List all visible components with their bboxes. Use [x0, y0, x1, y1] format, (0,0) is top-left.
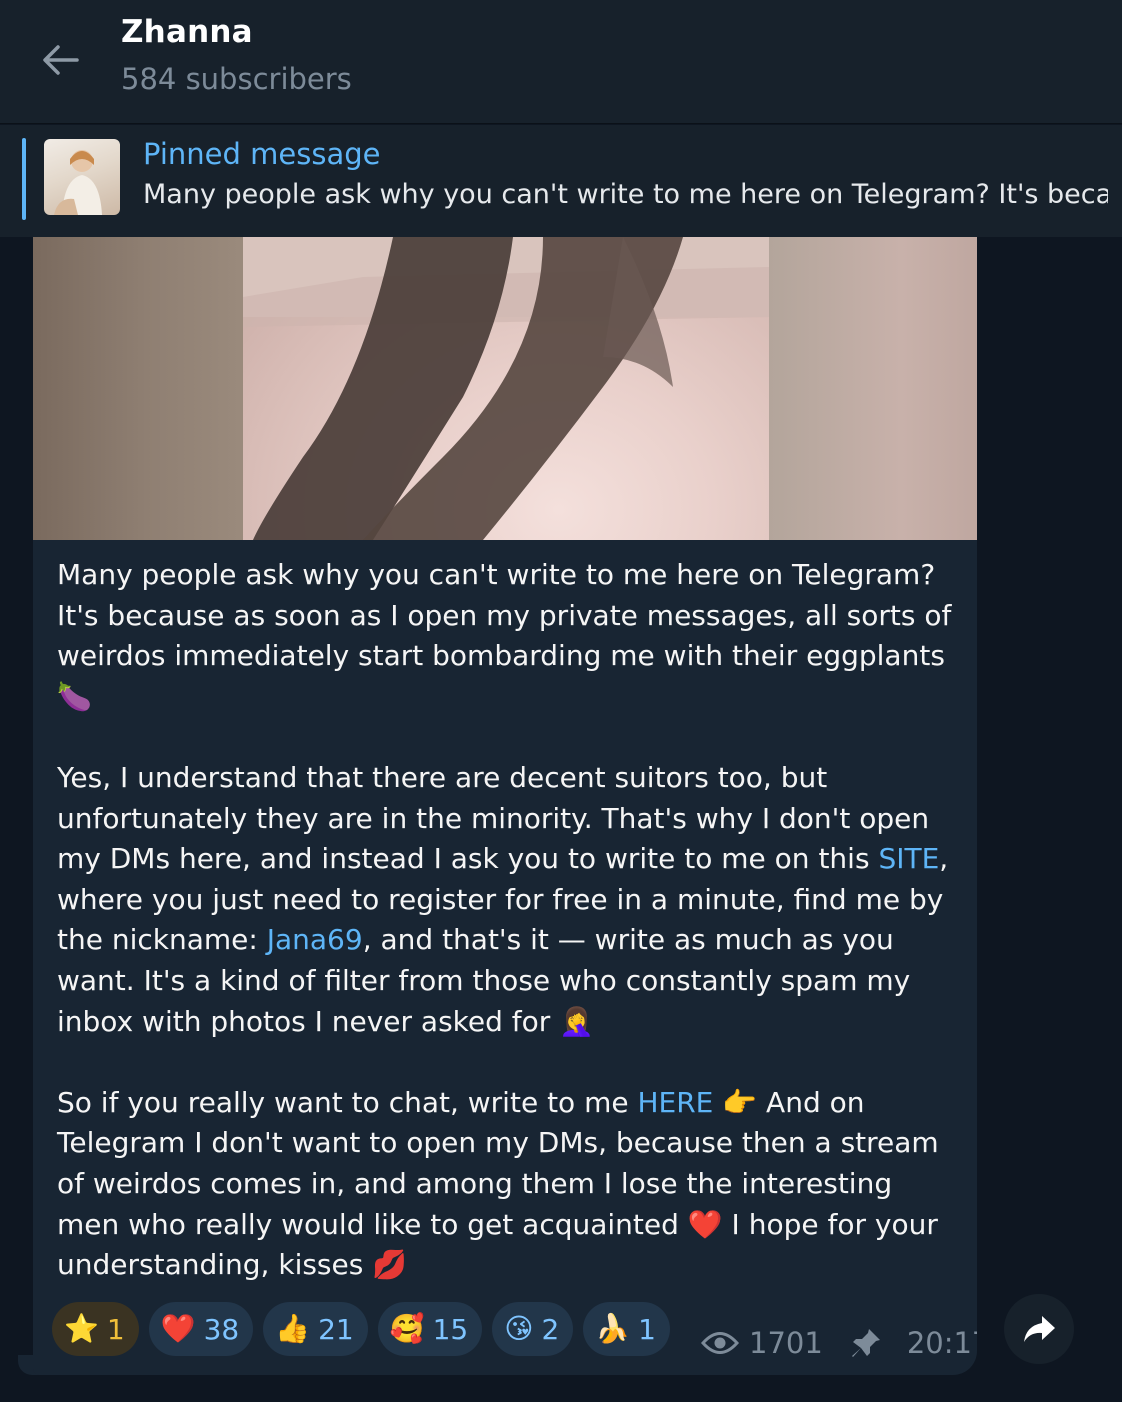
view-count: 1701 [749, 1326, 823, 1360]
message-paragraph-2a: Yes, I understand that there are decent … [57, 760, 930, 876]
arrow-left-icon [43, 45, 79, 75]
star-icon: ⭐ [64, 1312, 99, 1345]
thumbs-up-icon: 👍 [275, 1312, 311, 1345]
reactions-bar: ⭐ 1 ❤️ 38 👍 21 🥰 15 😘 2 🍌 1 [52, 1302, 670, 1356]
message-paragraph-3a: So if you really want to chat, write to … [57, 1085, 638, 1119]
here-link[interactable]: HERE [637, 1086, 713, 1119]
message-bubble[interactable]: Many people ask why you can't write to m… [33, 237, 977, 1375]
reaction-count: 38 [203, 1312, 240, 1346]
reaction-kiss[interactable]: 😘 2 [492, 1302, 574, 1356]
channel-title[interactable]: Zhanna [121, 14, 253, 50]
pinned-label: Pinned message [143, 137, 381, 171]
nickname-link[interactable]: Jana69 [267, 923, 363, 956]
message-time: 20:17 [906, 1326, 977, 1360]
message-photo[interactable] [33, 237, 977, 540]
reaction-count: 21 [318, 1312, 354, 1346]
pinned-preview: Many people ask why you can't write to m… [143, 179, 1108, 210]
chat-header: Zhanna 584 subscribers [0, 0, 1122, 124]
pinned-thumbnail [44, 139, 120, 215]
back-button[interactable] [30, 30, 90, 90]
message-meta: 1701 20:17 [701, 1326, 977, 1360]
eye-icon [701, 1332, 739, 1354]
reaction-heart[interactable]: ❤️ 38 [148, 1302, 254, 1356]
pinned-message-bar[interactable]: Pinned message Many people ask why you c… [0, 125, 1122, 237]
kiss-face-icon: 😘 [504, 1312, 534, 1345]
banana-icon: 🍌 [595, 1312, 631, 1345]
reaction-count: 2 [541, 1312, 560, 1346]
share-button[interactable] [1004, 1294, 1074, 1364]
reaction-smiling-hearts[interactable]: 🥰 15 [377, 1302, 483, 1356]
pin-icon [851, 1329, 880, 1357]
site-link[interactable]: SITE [878, 842, 939, 875]
photo-content [243, 237, 769, 540]
message-paragraph-1: Many people ask why you can't write to m… [57, 558, 952, 713]
smiling-hearts-icon: 🥰 [389, 1312, 425, 1345]
reaction-count: 1 [106, 1312, 125, 1346]
reaction-star[interactable]: ⭐ 1 [52, 1302, 139, 1356]
reaction-count: 1 [638, 1312, 656, 1346]
reaction-thumbs-up[interactable]: 👍 21 [263, 1302, 368, 1356]
share-arrow-icon [1024, 1316, 1055, 1342]
message-text: Many people ask why you can't write to m… [57, 555, 962, 1286]
subscriber-count: 584 subscribers [121, 62, 352, 96]
pinned-indicator [22, 138, 26, 220]
reaction-banana[interactable]: 🍌 1 [583, 1302, 670, 1356]
reaction-count: 15 [432, 1312, 469, 1346]
heart-icon: ❤️ [160, 1312, 196, 1345]
